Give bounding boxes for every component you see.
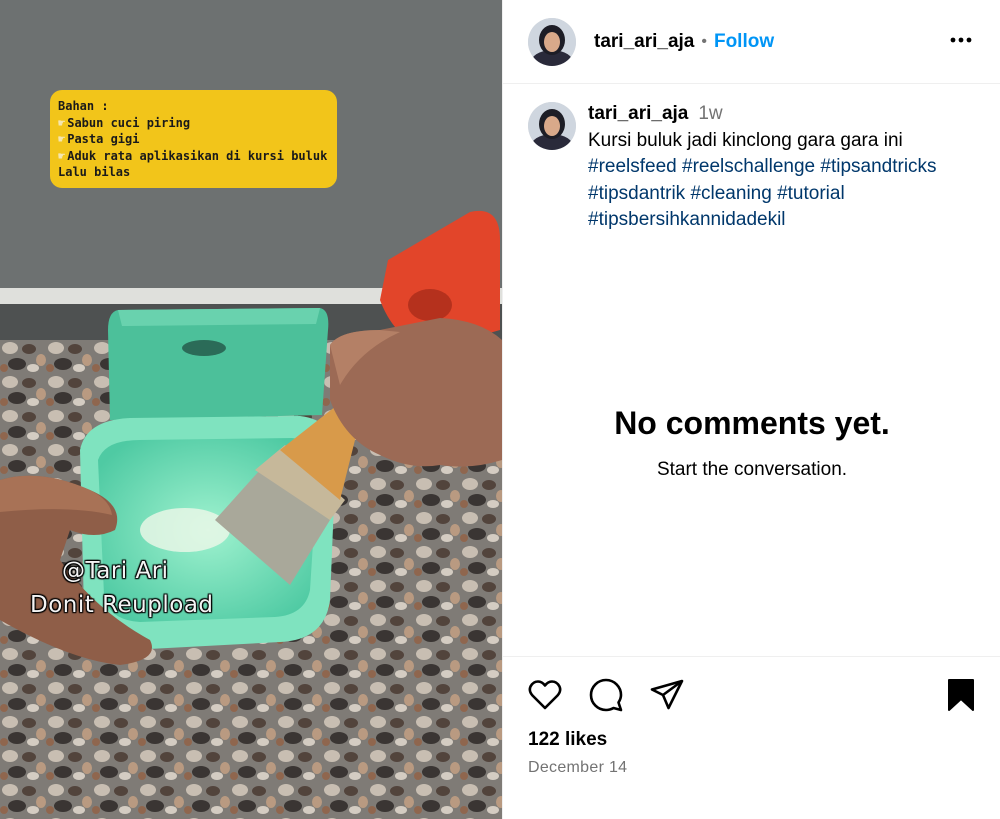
overlay-caption-line: Bahan : (58, 99, 109, 113)
overlay-caption: Bahan : ☛ Sabun cuci piring ☛ Pasta gigi ☛… (50, 90, 337, 188)
like-button[interactable] (527, 677, 563, 713)
follow-button[interactable]: Follow (714, 31, 774, 53)
overlay-caption-line: Lalu bilas (58, 165, 131, 179)
hashtag-link[interactable]: #reelschallenge (682, 156, 815, 177)
pointing-hand-icon: ☛ (58, 132, 66, 146)
share-button[interactable] (649, 677, 685, 713)
save-button[interactable] (943, 677, 979, 713)
hashtag-link[interactable]: #cleaning (690, 183, 771, 204)
more-horizontal-icon[interactable] (948, 27, 974, 53)
hashtag-link[interactable]: #tipsandtricks (820, 156, 936, 177)
caption-body: tari_ari_aja 1w Kursi buluk jadi kinclong… (588, 101, 975, 234)
post-date[interactable]: December 14 (528, 759, 627, 777)
empty-comments-subtitle: Start the conversation. (656, 459, 848, 480)
caption-row: tari_ari_aja 1w Kursi buluk jadi kinclong… (503, 84, 1000, 234)
comment-icon (589, 678, 623, 712)
pointing-hand-icon: ☛ (58, 115, 66, 130)
profile-photo (528, 102, 576, 150)
post-header: tari_ari_aja • Follow (503, 0, 1000, 84)
separator-dot: • (701, 32, 707, 50)
hashtag-link[interactable]: #reelsfeed (588, 156, 677, 177)
caption-avatar[interactable] (528, 102, 576, 150)
profile-photo (528, 17, 576, 66)
overlay-caption-line: ☛ Pasta gigi (58, 132, 140, 146)
username-link[interactable]: tari_ari_aja (594, 31, 694, 53)
overlay-caption-line: ☛ Aduk rata aplikasikan di kursi buluk (58, 148, 328, 163)
empty-comments: No comments yet. Start the conversation. (503, 405, 1000, 481)
pointing-hand-icon: ☛ (58, 148, 66, 163)
watermark-notice: Donit Reupload (30, 592, 214, 618)
hashtag-link[interactable]: #tutorial (777, 183, 845, 204)
post-panel: tari_ari_aja • Follow tari_ari_aja 1w Kur… (502, 0, 1000, 819)
avatar[interactable] (528, 17, 576, 66)
caption-timestamp[interactable]: 1w (698, 103, 722, 124)
comment-button[interactable] (588, 677, 624, 713)
hashtag-list: #reelsfeed #reelschallenge #tipsandtrick… (588, 154, 975, 234)
empty-comments-title: No comments yet. (614, 405, 890, 441)
action-bar: 122 likes December 14 (503, 656, 1000, 819)
watermark-handle: @Tari Ari (62, 558, 169, 584)
hashtag-link[interactable]: #tipsbersihkannidadekil (588, 209, 786, 230)
bookmark-icon (948, 679, 974, 711)
caption-username[interactable]: tari_ari_aja (588, 103, 688, 124)
hashtag-link[interactable]: #tipsdantrik (588, 183, 685, 204)
post-media[interactable]: Bahan : ☛ Sabun cuci piring ☛ Pasta gigi ☛… (0, 0, 502, 819)
likes-count[interactable]: 122 likes (528, 729, 607, 751)
share-icon (650, 679, 684, 710)
caption-text: Kursi buluk jadi kinclong gara gara ini (588, 129, 903, 151)
heart-icon (528, 680, 562, 710)
overlay-caption-line: ☛ Sabun cuci piring (58, 115, 191, 130)
